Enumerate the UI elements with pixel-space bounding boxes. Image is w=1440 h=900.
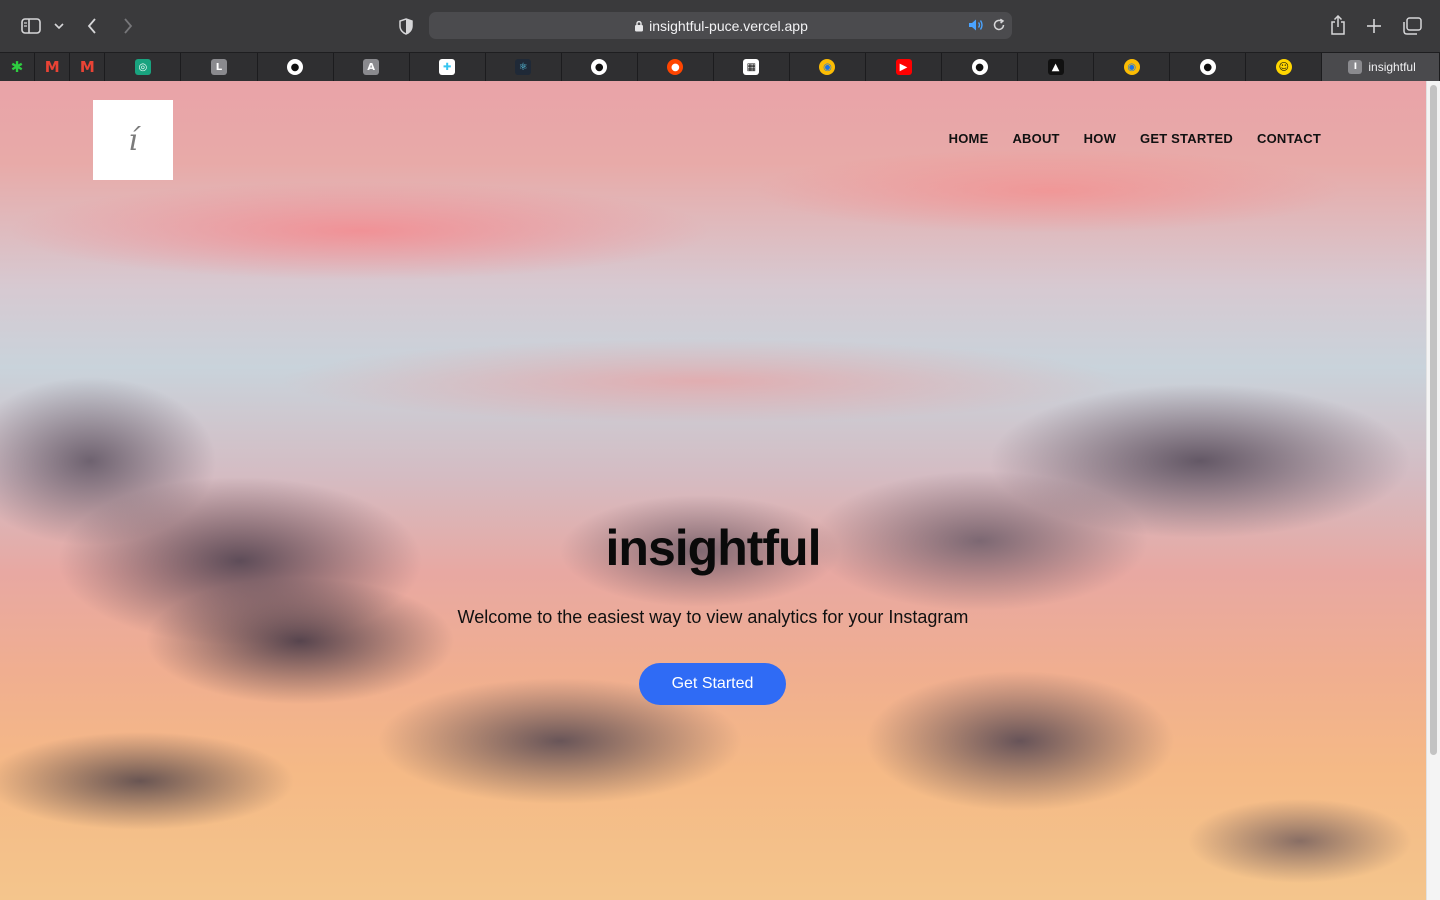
tab-overview-icon[interactable]: [1401, 16, 1423, 36]
qr-code-icon: ▦: [743, 59, 760, 75]
forward-arrow-icon[interactable]: [120, 16, 136, 36]
browser-toolbar: insightful-puce.vercel.app: [0, 0, 1440, 52]
tab-smiley-yellow[interactable]: ☺: [1246, 53, 1323, 81]
tab-github[interactable]: ●: [1170, 53, 1247, 81]
main-nav: HOME ABOUT HOW GET STARTED CONTACT: [949, 131, 1321, 146]
youtube-icon: ▶: [895, 59, 912, 75]
chrome-icon: ◉: [1123, 59, 1140, 75]
tab-bar: ✱ M M ◎ L ● A ✚ ⚛ ● ● ▦ ◉ ▶ ● ▲ ◉ ● ☺ I insightful: [0, 52, 1440, 81]
tab-github[interactable]: ●: [561, 53, 638, 81]
nav-get-started[interactable]: GET STARTED: [1140, 131, 1233, 146]
react-icon: ⚛: [515, 59, 532, 75]
tab-gmail[interactable]: M: [70, 53, 106, 81]
page-scrollbar[interactable]: [1426, 81, 1440, 900]
tab-reddit[interactable]: ●: [637, 53, 714, 81]
address-bar[interactable]: insightful-puce.vercel.app: [429, 12, 1012, 39]
back-arrow-icon[interactable]: [84, 16, 100, 36]
share-icon[interactable]: [1328, 14, 1348, 36]
tab-chatgpt[interactable]: ◎: [105, 53, 182, 81]
gmail-icon: M: [79, 58, 95, 76]
sidebar-toggle-icon[interactable]: [20, 16, 42, 36]
reload-icon[interactable]: [992, 18, 1006, 37]
tab-gmail[interactable]: M: [35, 53, 71, 81]
vercel-icon: ▲: [1047, 59, 1064, 75]
nav-contact[interactable]: CONTACT: [1257, 131, 1321, 146]
hero-section: í HOME ABOUT HOW GET STARTED CONTACT ins…: [0, 81, 1426, 900]
tab-github[interactable]: ●: [257, 53, 334, 81]
letter-a-icon: A: [363, 59, 380, 75]
chrome-icon: ◉: [819, 59, 836, 75]
logo-glyph: í: [128, 122, 138, 158]
tab-react[interactable]: ⚛: [485, 53, 562, 81]
tab-letter-l[interactable]: L: [181, 53, 258, 81]
tab-asterisk-green[interactable]: ✱: [0, 53, 36, 81]
chatgpt-icon: ◎: [134, 59, 151, 75]
active-tab-label: insightful: [1368, 60, 1416, 74]
gmail-icon: M: [44, 58, 60, 76]
reddit-icon: ●: [667, 59, 684, 75]
tab-vercel[interactable]: ▲: [1018, 53, 1095, 81]
get-started-button[interactable]: Get Started: [639, 663, 786, 705]
nav-home[interactable]: HOME: [949, 131, 989, 146]
tab-github[interactable]: ●: [942, 53, 1019, 81]
github-icon: ●: [1199, 59, 1216, 75]
nav-how[interactable]: HOW: [1084, 131, 1116, 146]
tab-insightful-active[interactable]: I insightful: [1322, 53, 1440, 81]
privacy-shield-icon[interactable]: [397, 16, 415, 36]
github-icon: ●: [287, 59, 304, 75]
tab-chrome[interactable]: ◉: [789, 53, 866, 81]
hero-title: insightful: [605, 520, 822, 576]
tab-letter-a[interactable]: A: [333, 53, 410, 81]
hero-subtitle: Welcome to the easiest way to view analy…: [457, 607, 969, 627]
nav-about[interactable]: ABOUT: [1012, 131, 1059, 146]
tab-youtube[interactable]: ▶: [866, 53, 943, 81]
tab-slack[interactable]: ✚: [409, 53, 486, 81]
url-text: insightful-puce.vercel.app: [649, 17, 808, 34]
speaker-icon[interactable]: [968, 18, 984, 37]
tab-chrome[interactable]: ◉: [1094, 53, 1171, 81]
site-logo[interactable]: í: [93, 100, 173, 180]
asterisk-green-icon: ✱: [10, 58, 24, 76]
tab-qr-code[interactable]: ▦: [713, 53, 790, 81]
slack-icon: ✚: [439, 59, 456, 75]
github-icon: ●: [591, 59, 608, 75]
new-tab-plus-icon[interactable]: [1364, 16, 1384, 36]
lock-icon: [633, 19, 645, 32]
smiley-yellow-icon: ☺: [1275, 59, 1292, 75]
github-icon: ●: [971, 59, 988, 75]
letter-l-icon: L: [210, 59, 227, 75]
chevron-down-icon[interactable]: [53, 20, 65, 32]
insightful-favicon-icon: I: [1348, 60, 1363, 74]
scrollbar-thumb[interactable]: [1430, 85, 1437, 755]
